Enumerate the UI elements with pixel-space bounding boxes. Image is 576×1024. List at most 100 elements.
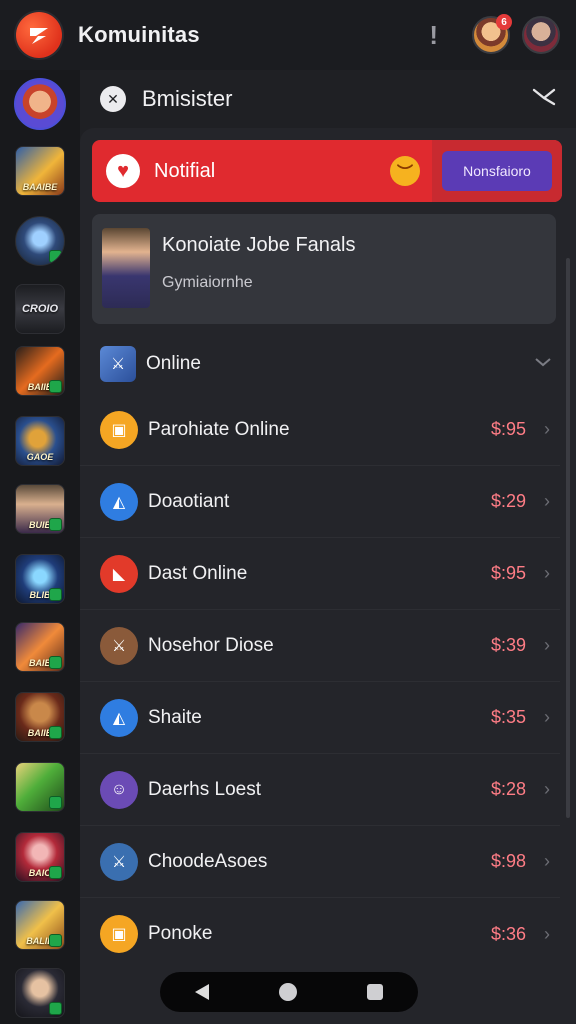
row-price: $:98: [490, 851, 526, 871]
chevron-right-icon: ›: [544, 707, 550, 727]
online-dot: [49, 726, 62, 739]
list-item[interactable]: ☺ Daerhs Loest $:28 ›: [80, 754, 560, 826]
section-label: Online: [146, 353, 201, 374]
row-icon: ⚔: [100, 626, 138, 665]
rail-game-label: GAOE: [26, 452, 54, 462]
chevron-right-icon: ›: [544, 491, 550, 511]
rail-game-7[interactable]: BLIB: [15, 554, 65, 604]
notification-banner[interactable]: ♥ Notifial ︶ Nonsfaioro: [92, 140, 562, 202]
rail-game-10[interactable]: [15, 762, 65, 812]
row-label: Ponoke: [148, 923, 213, 944]
row-label: Nosehor Diose: [148, 634, 274, 656]
rail-game-6[interactable]: BUIB: [15, 484, 65, 534]
rail-game-8[interactable]: BAIB: [15, 622, 65, 672]
featured-card[interactable]: Konoiate Jobe Fanals Gymiaiornhe: [92, 214, 556, 324]
online-dot: [49, 1002, 62, 1015]
rail-game-13[interactable]: [15, 968, 65, 1018]
row-price: $:35: [490, 707, 526, 727]
home-icon[interactable]: [279, 983, 297, 1001]
top-app-bar: Komuinitas ! 6: [0, 0, 576, 70]
alert-exclamation-icon[interactable]: !: [429, 20, 438, 51]
online-dot: [49, 796, 62, 809]
row-icon: ▣: [100, 915, 138, 953]
rail-game-4[interactable]: BAIIB: [15, 346, 65, 396]
row-label: Daerhs Loest: [148, 778, 262, 800]
online-dot: [49, 250, 62, 263]
list-item[interactable]: ⚔ Nosehor Diose $:39 ›: [80, 610, 560, 682]
app-title: Komuinitas: [78, 22, 200, 47]
row-icon: ◭: [100, 698, 138, 737]
list-item[interactable]: ▣ Ponoke $:36 ›: [80, 898, 560, 970]
collapse-icon[interactable]: [532, 86, 556, 112]
list-item[interactable]: ▣ Parohiate Online $:95 ›: [80, 394, 560, 466]
heart-icon: ♥: [106, 154, 140, 188]
left-rail: BAAIBE CROIO BAIIB GAOE BUIB BLIB BAIB B…: [0, 70, 80, 1024]
rail-game-11[interactable]: BAIO: [15, 832, 65, 882]
row-label: Doaotiant: [148, 490, 230, 512]
panel-content: ♥ Notifial ︶ Nonsfaioro Konoiate Jobe Fa…: [80, 128, 576, 1024]
rail-game-12[interactable]: BALIB: [15, 900, 65, 950]
online-dot: [49, 656, 62, 669]
row-label: ChoodeAsoes: [148, 850, 268, 872]
profile-avatar[interactable]: [14, 78, 66, 130]
online-dot: [49, 934, 62, 947]
lightning-icon: [30, 28, 48, 44]
row-label: Parohiate Online: [148, 418, 290, 440]
row-price: $:28: [490, 779, 526, 799]
rail-game-1[interactable]: BAAIBE: [15, 146, 65, 196]
online-dot: [49, 518, 62, 531]
chevron-right-icon: ›: [544, 563, 550, 583]
list-item[interactable]: ◭ Shaite $:35 ›: [80, 682, 560, 754]
back-icon[interactable]: [195, 984, 209, 1000]
row-price: $:29: [490, 491, 526, 511]
user-avatar-top-1[interactable]: 6: [472, 14, 512, 54]
row-icon: ☺: [100, 770, 138, 809]
scrollbar[interactable]: [566, 258, 570, 818]
chevron-down-icon[interactable]: [534, 355, 552, 373]
user-avatar-top-2[interactable]: [522, 16, 560, 54]
online-section-header[interactable]: ⚔ Online: [80, 334, 560, 394]
featured-subtitle: Gymiaiornhe: [162, 274, 253, 291]
list-item[interactable]: ◭ Doaotiant $:29 ›: [80, 466, 560, 538]
notification-count-badge: 6: [496, 14, 512, 30]
featured-character-image: [102, 228, 150, 308]
list-item[interactable]: ◣ Dast Online $:95 ›: [80, 538, 560, 610]
system-nav-bar: [160, 972, 418, 1012]
rail-game-label: CROIO: [21, 303, 59, 315]
main-panel: ✕ Bmisister ♥ Notifial ︶ Nonsfaioro Kono…: [80, 70, 576, 1024]
row-price: $:95: [490, 419, 526, 439]
recent-apps-icon[interactable]: [367, 984, 383, 1000]
rail-game-label: BAAIBE: [22, 182, 58, 192]
rail-game-3[interactable]: CROIO: [15, 284, 65, 334]
chevron-right-icon: ›: [544, 779, 550, 799]
row-label: Dast Online: [148, 562, 248, 584]
rail-game-5[interactable]: GAOE: [15, 416, 65, 466]
row-icon: ◣: [100, 554, 138, 593]
panel-header: ✕ Bmisister: [80, 70, 576, 128]
angry-emoji-icon: ︶: [390, 156, 420, 186]
online-dot: [49, 588, 62, 601]
row-label: Shaite: [148, 706, 202, 728]
row-icon: ⚔: [100, 842, 138, 881]
row-icon: ◭: [100, 482, 138, 521]
chevron-right-icon: ›: [544, 923, 550, 944]
list-item[interactable]: ⚔ ChoodeAsoes $:98 ›: [80, 826, 560, 898]
notification-action-area: Nonsfaioro: [432, 140, 562, 202]
chevron-right-icon: ›: [544, 419, 550, 439]
online-dot: [49, 866, 62, 879]
app-logo-icon[interactable]: [16, 12, 62, 58]
discord-like-icon: ✕: [100, 86, 126, 112]
chevron-right-icon: ›: [544, 851, 550, 871]
notification-label: Notifial: [154, 159, 216, 182]
rail-game-2[interactable]: [15, 216, 65, 266]
game-controller-icon: ⚔: [100, 346, 136, 382]
online-dot: [49, 380, 62, 393]
panel-title: Bmisister: [142, 86, 233, 111]
featured-title: Konoiate Jobe Fanals: [162, 234, 356, 256]
rail-game-9[interactable]: BAIIB: [15, 692, 65, 742]
row-icon: ▣: [100, 410, 138, 449]
chevron-right-icon: ›: [544, 635, 550, 655]
row-price: $:95: [490, 563, 526, 583]
notification-action-button[interactable]: Nonsfaioro: [442, 151, 552, 191]
row-price: $:39: [490, 635, 526, 655]
